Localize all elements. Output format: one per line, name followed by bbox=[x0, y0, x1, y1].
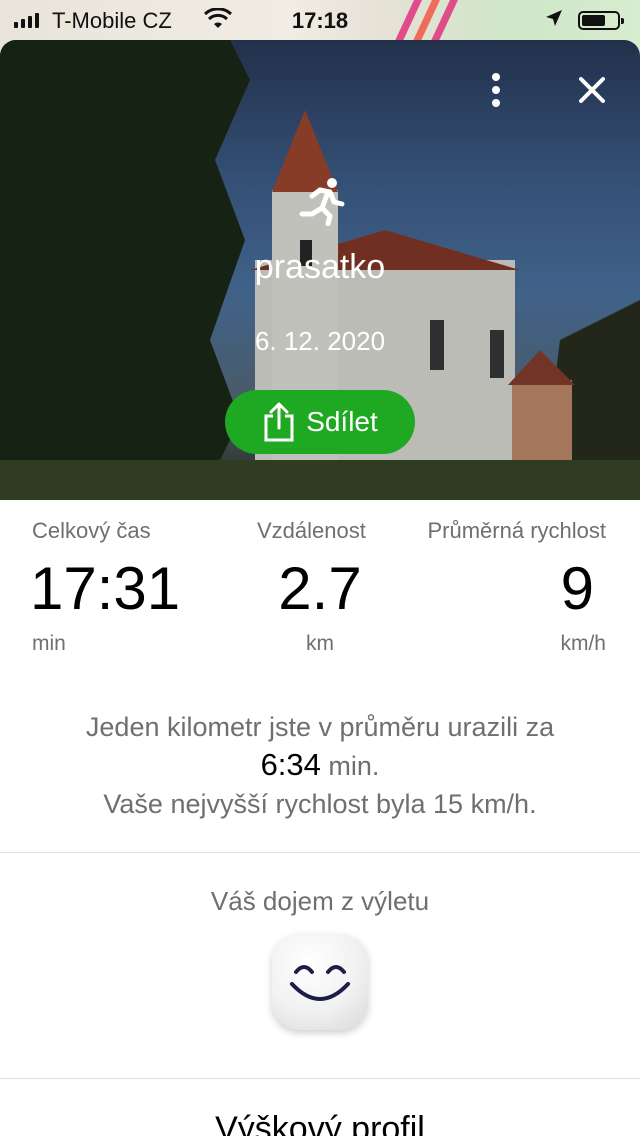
running-icon bbox=[290, 176, 350, 227]
smiley-face-button[interactable] bbox=[272, 934, 368, 1030]
total-time-label: Celkový čas bbox=[32, 518, 151, 543]
pace-unit: min. bbox=[328, 751, 380, 781]
avg-speed-value: 9 bbox=[560, 555, 594, 622]
pace-summary-line: Jeden kilometr jste v průměru urazili za bbox=[85, 712, 555, 742]
activity-detail-sheet: prasatko 6. 12. 2020 Sdílet Celkový čas … bbox=[0, 40, 640, 1136]
location-arrow-icon bbox=[544, 8, 564, 34]
pace-value: 6:34 bbox=[260, 747, 321, 782]
close-button[interactable] bbox=[568, 68, 616, 112]
total-time-value: 17:31 bbox=[30, 555, 181, 622]
status-bar: T-Mobile CZ 17:18 bbox=[0, 0, 640, 40]
battery-icon bbox=[578, 11, 624, 30]
avg-speed-unit: km/h bbox=[560, 632, 606, 655]
more-options-button[interactable] bbox=[476, 68, 516, 112]
share-label: Sdílet bbox=[306, 406, 378, 437]
top-speed-line: Vaše nejvyšší rychlost byla 15 km/h. bbox=[103, 789, 537, 819]
activity-date: 6. 12. 2020 bbox=[254, 326, 386, 356]
elevation-profile-title: Výškový profil bbox=[215, 1110, 425, 1136]
distance-label: Vzdálenost bbox=[257, 518, 366, 543]
divider bbox=[0, 1078, 640, 1079]
divider bbox=[0, 852, 640, 853]
activity-title: prasatko bbox=[254, 248, 386, 286]
wifi-icon bbox=[203, 7, 233, 36]
pace-summary-line: 6:34 min. bbox=[30, 746, 610, 785]
carrier-name: T-Mobile CZ bbox=[52, 8, 172, 33]
impression-title: Váš dojem z výletu bbox=[210, 886, 430, 916]
distance-value: 2.7 bbox=[278, 555, 362, 622]
share-icon bbox=[264, 402, 294, 442]
pace-summary: Jeden kilometr jste v průměru urazili za… bbox=[30, 708, 610, 823]
more-vertical-icon bbox=[492, 73, 500, 107]
close-icon bbox=[579, 77, 605, 103]
avg-speed-label: Průměrná rychlost bbox=[427, 518, 606, 543]
hero-photo: prasatko 6. 12. 2020 Sdílet bbox=[0, 40, 640, 500]
total-time-unit: min bbox=[32, 632, 66, 655]
cellular-signal-icon bbox=[14, 12, 39, 28]
distance-unit: km bbox=[306, 632, 334, 655]
smiley-face-icon bbox=[290, 965, 350, 1001]
share-button[interactable]: Sdílet bbox=[225, 390, 415, 454]
